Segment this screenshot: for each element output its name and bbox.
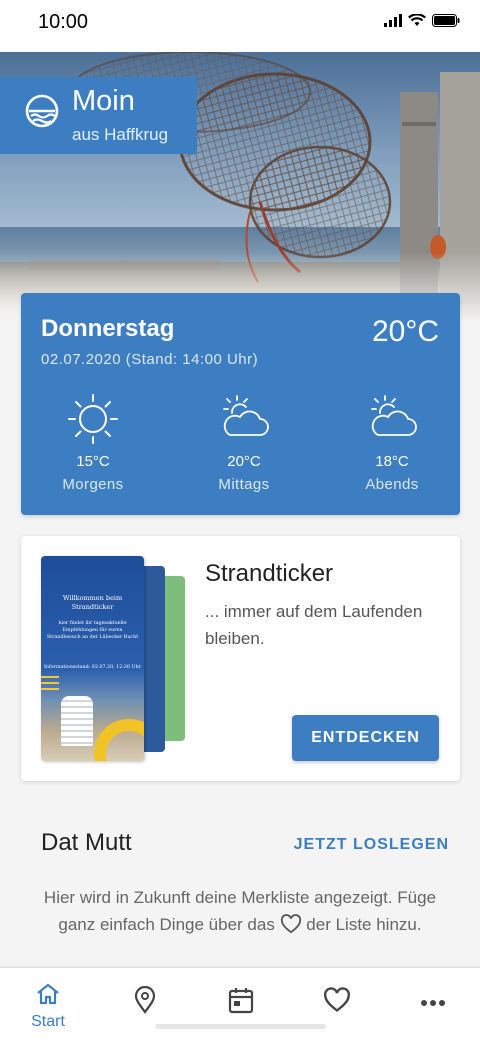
get-started-link[interactable]: JETZT LOSLEGEN — [294, 836, 449, 854]
status-bar: 10:00 — [0, 0, 480, 52]
booklet-stripe — [41, 676, 59, 678]
booklet-info: Informationsstand: 02.07.20, 12:30 Uhr — [44, 665, 141, 670]
strandticker-title: Strandticker — [205, 560, 334, 587]
booklet-title: Willkommen beim Strandticker — [62, 594, 123, 611]
discover-button[interactable]: ENTDECKEN — [292, 715, 439, 761]
heart-icon — [280, 914, 301, 934]
booklet-swoosh — [94, 719, 144, 761]
weather-slot-label: Abends — [365, 476, 419, 493]
sun-icon — [68, 394, 118, 444]
weather-slot-label: Morgens — [62, 476, 124, 493]
merkliste-text-after: der Liste hinzu. — [306, 915, 422, 934]
heart-icon — [324, 987, 350, 1012]
weather-date: 02.07.2020 (Stand: 14:00 Uhr) — [41, 351, 259, 368]
booklet-stripe — [41, 682, 59, 684]
nav-item-more[interactable] — [403, 994, 463, 1012]
merkliste-empty-text: Hier wird in Zukunft deine Merkliste ang… — [40, 884, 440, 938]
status-time: 10:00 — [38, 11, 89, 33]
beach-chair-illustration — [61, 696, 93, 746]
more-icon — [421, 1000, 445, 1006]
strandticker-booklet-image: Willkommen beim Strandticker hier findet… — [41, 556, 144, 761]
weather-slot-morning: 15°C Morgens — [38, 393, 148, 493]
nav-item-map[interactable] — [115, 985, 175, 1019]
location-pin-icon — [134, 985, 156, 1014]
bottom-navigation: Start — [0, 967, 480, 1040]
strandticker-description: ... immer auf dem Laufenden bleiben. — [205, 602, 423, 648]
partly-cloudy-icon — [371, 395, 417, 436]
signal-icon — [384, 14, 402, 27]
merkliste-title: Dat Mutt — [41, 829, 132, 856]
nav-item-start[interactable]: Start — [18, 982, 78, 1031]
weather-slot-midday: 20°C Mittags — [189, 393, 299, 493]
weather-slot-temp: 15°C — [76, 453, 110, 470]
weather-slot-label: Mittags — [218, 476, 270, 493]
home-icon — [37, 983, 59, 1005]
welcome-title: Moin — [72, 85, 135, 117]
weather-slot-evening: 18°C Abends — [337, 393, 447, 493]
weather-slot-temp: 18°C — [375, 453, 409, 470]
battery-icon — [432, 14, 460, 27]
weather-day: Donnerstag — [41, 315, 175, 342]
status-icons — [384, 14, 460, 27]
weather-current-temp: 20°C — [371, 315, 439, 348]
partly-cloudy-icon — [223, 395, 269, 436]
nav-item-favorites[interactable] — [307, 987, 367, 1018]
home-indicator — [155, 1024, 326, 1029]
haffkrug-logo-icon — [25, 94, 59, 128]
wifi-icon — [408, 14, 426, 26]
weather-slot-temp: 20°C — [227, 453, 261, 470]
strandticker-card[interactable]: Willkommen beim Strandticker hier findet… — [21, 536, 460, 781]
nav-label-start: Start — [31, 1013, 65, 1030]
welcome-banner: Moin aus Haffkrug — [0, 77, 197, 154]
nav-item-events[interactable] — [211, 986, 271, 1019]
booklet-text: hier findet ihr tagesaktuelle Empfehlung… — [46, 621, 139, 640]
calendar-icon — [228, 988, 254, 1014]
weather-card[interactable]: Donnerstag 02.07.2020 (Stand: 14:00 Uhr)… — [21, 293, 460, 515]
booklet-stripe — [41, 688, 59, 690]
welcome-subtitle: aus Haffkrug — [72, 125, 169, 144]
